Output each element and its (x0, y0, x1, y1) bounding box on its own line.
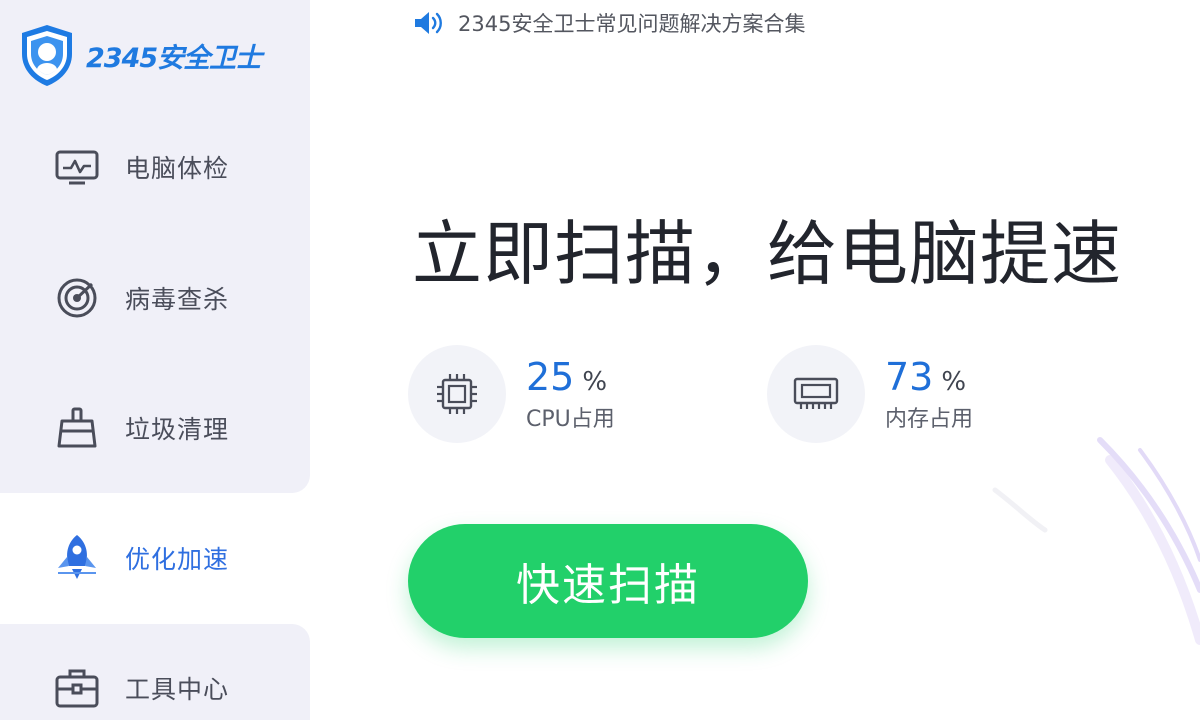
memory-stat: 73 % 内存占用 (767, 345, 973, 443)
cpu-usage-unit: % (582, 367, 608, 397)
sidebar: 2345安全卫士 电脑体检 病毒查杀 垃圾清理 优化加速 工具中心 (0, 0, 310, 720)
sidebar-item-virus-scan[interactable]: 病毒查杀 (0, 248, 310, 348)
cpu-stat: 25 % CPU占用 (408, 345, 615, 443)
sidebar-item-label: 垃圾清理 (125, 415, 230, 444)
target-icon (52, 278, 102, 318)
page-title: 立即扫描，给电脑提速 (412, 213, 1122, 295)
shield-logo-icon (22, 25, 72, 86)
decorative-light-streaks (992, 437, 1200, 645)
brand-name: 2345安全卫士 (86, 42, 262, 74)
cpu-usage-label: CPU占用 (526, 407, 615, 432)
memory-usage-label: 内存占用 (885, 407, 974, 432)
notice-bar[interactable]: 2345安全卫士常见问题解决方案合集 (412, 8, 805, 38)
sidebar-item-label: 工具中心 (125, 675, 230, 704)
sidebar-item-label: 优化加速 (125, 545, 230, 574)
notice-text[interactable]: 2345安全卫士常见问题解决方案合集 (458, 8, 805, 38)
speaker-icon (415, 12, 442, 34)
app-window: 2345安全卫士 电脑体检 病毒查杀 垃圾清理 优化加速 工具中心 2345安全… (0, 0, 1200, 720)
sidebar-item-label: 电脑体检 (125, 154, 230, 183)
sidebar-item-pc-checkup[interactable]: 电脑体检 (0, 117, 310, 217)
sidebar-item-tools[interactable]: 工具中心 (0, 638, 310, 720)
monitor-icon (52, 147, 102, 187)
brand: 2345安全卫士 (16, 22, 262, 88)
sidebar-item-junk-clean[interactable]: 垃圾清理 (0, 378, 310, 478)
memory-icon (793, 377, 839, 409)
cpu-usage-value: 25 (526, 355, 575, 399)
memory-usage-value: 73 (885, 355, 934, 399)
quick-scan-button[interactable]: 快速扫描 (408, 524, 808, 638)
sidebar-item-optimize[interactable]: 优化加速 (0, 508, 310, 608)
sidebar-item-label: 病毒查杀 (125, 285, 230, 314)
memory-usage-unit: % (941, 367, 967, 397)
rocket-icon (52, 535, 102, 579)
memory-stat-circle (767, 345, 865, 443)
broom-icon (52, 407, 102, 448)
cpu-icon (437, 374, 477, 414)
toolbox-icon (52, 668, 102, 708)
cpu-stat-circle (408, 345, 506, 443)
